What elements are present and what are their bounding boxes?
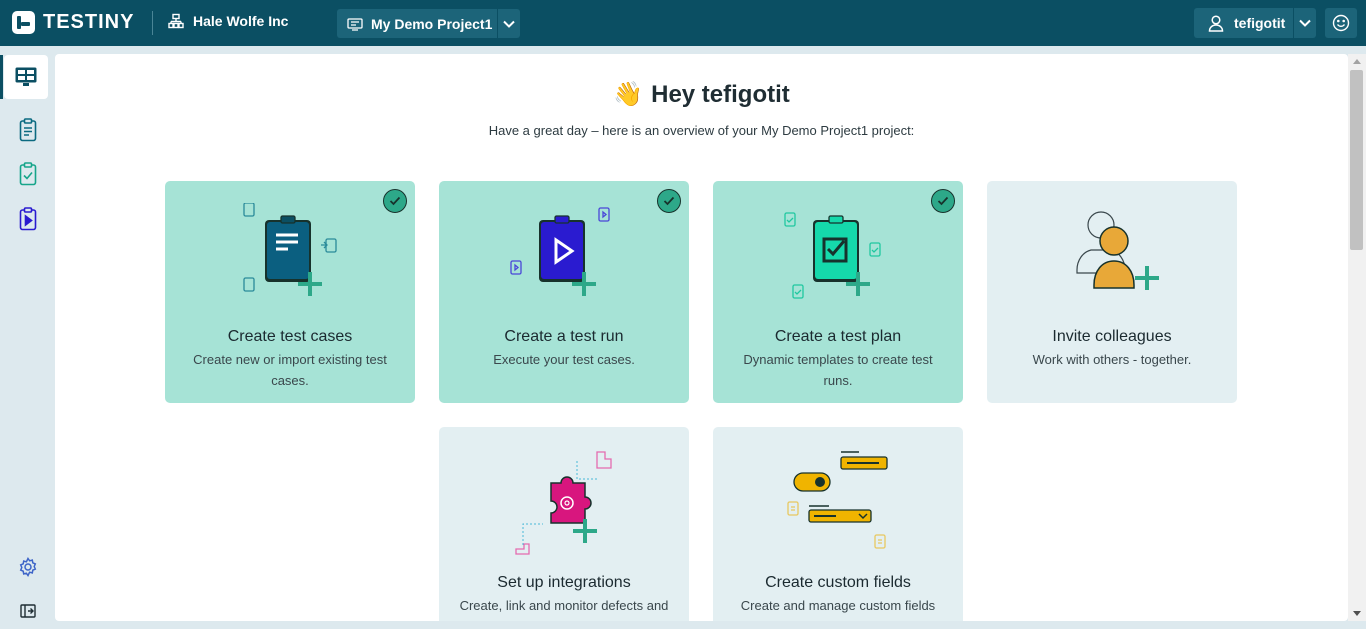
feedback-button[interactable] [1325, 8, 1357, 38]
test-cases-illustration [243, 203, 337, 296]
card-create-test-cases[interactable]: Create test cases Create new or import e… [165, 181, 415, 403]
testiny-logo[interactable]: TESTINY [12, 11, 134, 34]
greeting-heading: 👋 Hey tefigotit [55, 80, 1348, 109]
sidebar-item-test-runs[interactable] [8, 197, 48, 241]
gear-icon [19, 557, 37, 577]
username: tefigotit [1234, 15, 1286, 31]
test-plan-illustration [784, 212, 881, 299]
chevron-down-icon[interactable] [498, 20, 520, 28]
dashboard-panel: 👋 Hey tefigotit Have a great day – here i… [55, 54, 1348, 621]
user-menu-button[interactable]: tefigotit [1194, 8, 1316, 38]
card-create-test-run[interactable]: Create a test run Execute your test case… [439, 181, 689, 403]
scroll-up-arrow-icon[interactable] [1353, 59, 1361, 64]
organization-switcher[interactable]: Hale Wolfe Inc [168, 13, 288, 29]
collapse-sidebar-button[interactable] [8, 589, 48, 629]
card-create-test-plan[interactable]: Create a test plan Dynamic templates to … [713, 181, 963, 403]
greeting-text: Hey tefigotit [651, 81, 790, 108]
project-selector[interactable]: My Demo Project1 [337, 9, 520, 38]
custom-fields-illustration [787, 451, 888, 549]
smiley-icon [1332, 14, 1350, 32]
card-description: Execute your test cases. [493, 352, 635, 367]
clipboard-play-icon [19, 207, 37, 231]
clipboard-icon [19, 118, 37, 142]
card-title: Set up integrations [497, 574, 631, 591]
waving-hand-icon: 👋 [613, 81, 644, 108]
sidebar-item-settings[interactable] [8, 545, 48, 589]
test-run-illustration [510, 207, 610, 296]
sidebar-item-test-plans[interactable] [8, 152, 48, 196]
card-title: Create custom fields [765, 574, 911, 591]
overview-subtitle: Have a great day – here is an overview o… [488, 123, 915, 138]
card-description: Dynamic templates to create test runs. [743, 352, 933, 388]
sidebar [0, 46, 54, 629]
user-icon [1208, 14, 1224, 32]
card-description: Create, link and monitor defects and [459, 598, 669, 613]
card-set-up-integrations[interactable]: Set up integrations Create, link and mon… [439, 427, 689, 621]
clipboard-check-icon [19, 162, 37, 186]
logo-text: TESTINY [43, 11, 135, 33]
card-title: Create a test run [504, 328, 624, 345]
dashboard-icon [15, 67, 37, 86]
card-invite-colleagues[interactable]: Invite colleagues Work with others - tog… [987, 181, 1237, 403]
sidebar-item-dashboard[interactable] [0, 55, 48, 99]
card-title: Invite colleagues [1052, 328, 1172, 345]
organization-icon [168, 13, 184, 29]
chevron-down-icon[interactable] [1294, 19, 1316, 27]
card-description: Work with others - together. [1032, 352, 1192, 367]
organization-name: Hale Wolfe Inc [193, 13, 289, 29]
card-title: Create a test plan [774, 328, 902, 345]
scrollbar-thumb[interactable] [1350, 70, 1363, 250]
invite-colleagues-illustration [1076, 211, 1159, 290]
sidebar-item-test-cases[interactable] [8, 108, 48, 152]
card-create-custom-fields[interactable]: Create custom fields Create and manage c… [713, 427, 963, 621]
card-title: Create test cases [227, 328, 353, 345]
card-description: Create and manage custom fields [740, 598, 936, 613]
collapse-sidebar-icon [20, 604, 36, 618]
scroll-down-arrow-icon[interactable] [1353, 611, 1361, 616]
project-icon [347, 17, 363, 31]
integrations-illustration [515, 451, 612, 555]
project-name: My Demo Project1 [371, 15, 493, 32]
vertical-scrollbar[interactable] [1348, 54, 1366, 621]
logo-mark-icon [12, 11, 35, 34]
top-navigation-bar: TESTINY Hale Wolfe Inc My Demo Project1 … [0, 0, 1366, 46]
header-divider [152, 11, 153, 35]
card-description: Create new or import existing test cases… [193, 352, 387, 388]
